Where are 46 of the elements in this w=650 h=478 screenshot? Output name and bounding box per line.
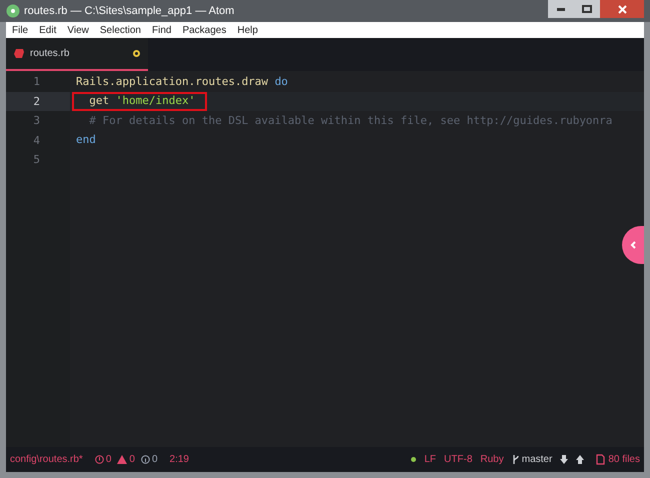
file-icon: [596, 454, 606, 465]
atom-logo-icon: [6, 4, 20, 18]
code-line: Rails.application.routes.draw do: [76, 74, 288, 90]
editor-tab[interactable]: routes.rb: [6, 38, 148, 71]
warning-count: 0: [129, 453, 135, 467]
cursor-position[interactable]: 2:19: [170, 452, 189, 467]
fetch-arrow-down-icon[interactable]: [560, 455, 568, 464]
line-number: 4: [32, 132, 41, 148]
error-count: 0: [106, 453, 112, 467]
code-line: # For details on the DSL available within this file, see http://guides.rubyonra: [88, 112, 612, 128]
maximize-button[interactable]: [574, 0, 600, 18]
info-count: 0: [152, 453, 158, 467]
menu-item[interactable]: File: [12, 22, 28, 38]
push-arrow-up-icon[interactable]: [576, 455, 584, 464]
menu-item[interactable]: View: [67, 22, 89, 38]
menu-item[interactable]: Edit: [39, 22, 56, 38]
file-path-link[interactable]: config\routes.rb*: [10, 452, 83, 467]
changed-files-count[interactable]: 80 files: [608, 452, 640, 467]
code-line: get 'home/index': [88, 93, 196, 109]
panel-toggle-button[interactable]: [622, 226, 644, 264]
menu-item[interactable]: Find: [152, 22, 172, 38]
menu-item[interactable]: Packages: [182, 22, 226, 38]
warning-icon: [117, 455, 128, 464]
code-line: end: [76, 132, 96, 148]
grammar-selector[interactable]: Ruby: [480, 452, 504, 467]
git-branch[interactable]: master: [522, 452, 552, 467]
line-ending-selector[interactable]: LF: [424, 452, 436, 467]
line-number: 5: [32, 152, 41, 168]
window-title: routes.rb — C:\Sites\sample_app1 — Atom: [24, 4, 234, 19]
line-number: 2: [6, 92, 70, 111]
minimize-icon: [557, 8, 565, 10]
ruby-file-icon: [14, 49, 24, 58]
minimize-button[interactable]: [548, 0, 574, 18]
close-button[interactable]: [600, 0, 644, 18]
chevron-left-icon: [630, 241, 636, 249]
status-dot-icon: [411, 457, 416, 462]
encoding-selector[interactable]: UTF-8: [444, 452, 472, 467]
line-number: 3: [32, 113, 41, 129]
error-icon: [94, 455, 104, 464]
info-icon: [140, 455, 150, 464]
git-branch-icon: [512, 454, 520, 465]
maximize-icon: [582, 5, 592, 13]
menu-item[interactable]: Help: [237, 22, 258, 38]
menu-item[interactable]: Selection: [100, 22, 141, 38]
line-number: 1: [32, 74, 41, 90]
close-icon: [618, 4, 626, 14]
